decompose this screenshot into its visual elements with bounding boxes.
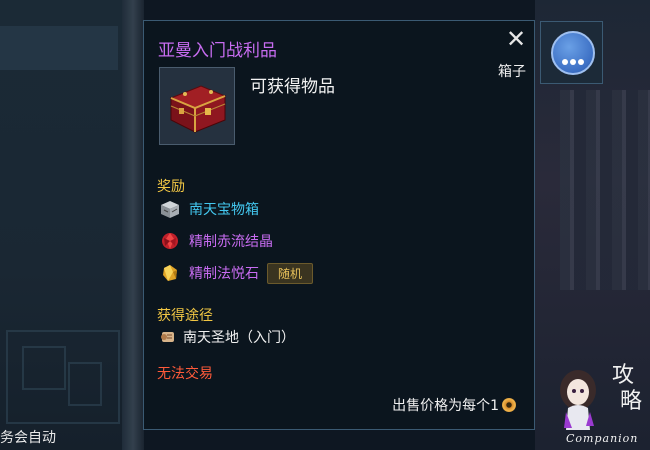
source-location: 南天圣地（入门）	[183, 330, 295, 346]
item-category: 箱子	[498, 64, 526, 80]
reward-item[interactable]: 精制赤流结晶	[159, 230, 273, 252]
rewards-heading: 奖励	[157, 179, 185, 195]
item-icon-frame	[159, 67, 235, 145]
sell-price: 出售价格为每个1	[392, 395, 516, 415]
random-badge: 随机	[267, 262, 314, 284]
red-crystal-icon	[162, 233, 178, 249]
box-icon	[161, 201, 179, 218]
coin-icon	[502, 398, 516, 412]
reward-name: 精制法悦石	[189, 266, 259, 282]
left-side-panel	[0, 0, 123, 450]
more-options-button[interactable]	[540, 21, 603, 84]
companion-label: Companion	[566, 432, 639, 445]
svg-text:略: 略	[620, 389, 642, 414]
more-icon	[551, 31, 595, 75]
close-icon: ✕	[505, 25, 527, 53]
scroll-icon	[161, 332, 174, 342]
treasure-chest-icon	[169, 85, 227, 133]
floor-pattern	[6, 330, 120, 424]
trade-status: 无法交易	[157, 366, 213, 382]
source-heading: 获得途径	[157, 308, 213, 324]
sell-price-text: 出售价格为每个1	[392, 398, 499, 414]
quest-hint-text: 务会自动	[0, 430, 56, 446]
item-tooltip: 亚曼入门战利品 ✕ 箱子 可获得物品 奖励 南天宝物箱 精制赤流结晶 精制法悦石…	[143, 20, 535, 430]
reward-name: 精制赤流结晶	[189, 234, 273, 250]
item-description: 可获得物品	[250, 77, 335, 97]
close-button[interactable]: ✕	[504, 27, 528, 51]
source-item: 南天圣地（入门）	[159, 327, 295, 347]
svg-text:攻: 攻	[612, 363, 634, 388]
gold-stone-icon	[163, 265, 177, 281]
temple-columns	[560, 90, 650, 290]
reward-item[interactable]: 南天宝物箱	[159, 198, 259, 220]
reward-item[interactable]: 精制法悦石 随机	[159, 262, 314, 284]
item-title: 亚曼入门战利品	[158, 41, 277, 61]
left-panel-strip	[0, 26, 118, 70]
stone-pillar	[122, 0, 144, 450]
reward-name: 南天宝物箱	[189, 202, 259, 218]
